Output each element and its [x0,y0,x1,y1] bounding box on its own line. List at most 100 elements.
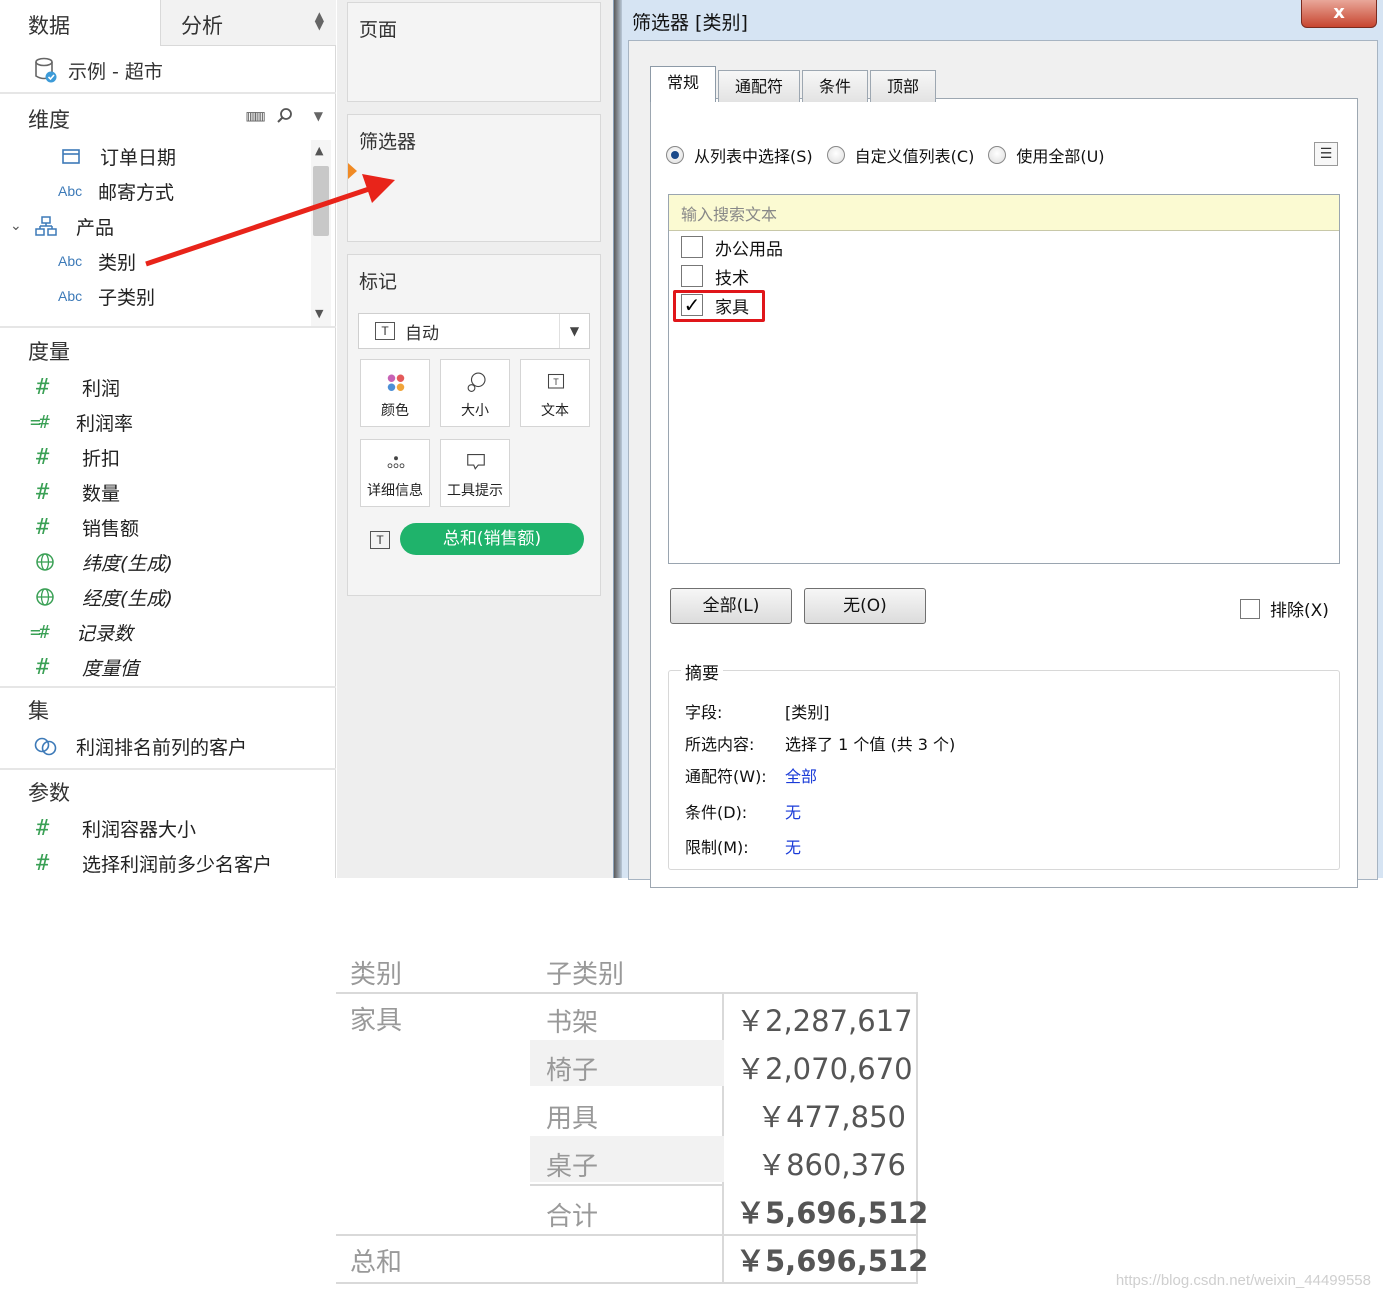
sum-sales-pill[interactable]: 总和(销售额) [400,523,584,555]
size-button[interactable]: 大小 [440,359,510,427]
divider [0,92,336,94]
marks-title: 标记 [359,271,398,293]
chevron-down-icon[interactable]: ⌄ [10,218,34,234]
measures-title: 度量 [28,340,70,364]
label-button[interactable]: T 文本 [520,359,590,427]
mark-btn-label: 工具提示 [447,483,503,499]
tab-condition[interactable]: 条件 [802,70,869,102]
dimension-hierarchy-product[interactable]: ⌄ 产品 [10,210,114,242]
summary-value: [类别] [785,703,830,722]
hierarchy-icon [35,216,57,236]
sets-title: 集 [28,699,49,723]
filters-title: 筛选器 [359,131,417,153]
measure-field-quantity[interactable]: # 数量 [36,476,120,508]
field-label: 利润 [82,377,121,400]
datasource[interactable]: 示例 - 超市 [34,54,163,86]
list-menu-icon[interactable]: ☰ [1314,142,1338,166]
checkbox[interactable] [681,236,703,258]
field-label: 利润率 [76,412,134,435]
parameter-profit-bin-size[interactable]: # 利润容器大小 [36,812,196,844]
exclude-label: 排除(X) [1270,601,1329,621]
dimension-field-order-date[interactable]: 订单日期 [60,140,176,172]
summary-title: 摘要 [681,659,723,684]
parameter-top-customers[interactable]: # 选择利润前多少名客户 [36,847,272,879]
detail-button[interactable]: 详细信息 [360,439,430,507]
header-subcategory: 子类别 [546,960,625,990]
field-label: 邮寄方式 [98,181,175,204]
checkbox[interactable] [681,265,703,287]
list-view-icon[interactable]: ▥▥ [247,106,265,125]
dropdown-icon[interactable]: ▼ [314,109,323,123]
measure-field-sales[interactable]: # 销售额 [36,511,139,543]
value-list: 输入搜索文本 办公用品 技术 ✓ 家具 [668,194,1340,564]
svg-text:T: T [553,377,559,387]
measure-field-measure-values[interactable]: # 度量值 [36,651,139,683]
calendar-icon [62,149,80,164]
color-button[interactable]: 颜色 [360,359,430,427]
scroll-up-icon[interactable]: ▲ [315,144,323,157]
tab-general[interactable]: 常规 [650,66,717,102]
dimension-field-ship-mode[interactable]: Abc 邮寄方式 [58,175,174,207]
subtotal-label: 合计 [546,1202,599,1232]
select-none-button[interactable]: 无(O) [804,588,926,624]
search-input[interactable]: 输入搜索文本 [669,195,1339,231]
field-label: 记录数 [76,622,134,645]
dimension-field-subcategory[interactable]: Abc 子类别 [58,280,155,312]
mark-type-select[interactable]: T 自动 ▼ [358,313,590,349]
shelves-pane: 页面 筛选器 标记 T 自动 ▼ 颜色 大小 T 文本 详细信息 工具提示 T … [337,0,613,878]
scroll-down-icon[interactable]: ▼ [315,307,323,320]
measure-field-profit-ratio[interactable]: =# 利润率 [30,406,133,438]
radio-label: 从列表中选择(S) [694,147,813,166]
measure-field-latitude[interactable]: 纬度(生成) [36,546,173,578]
radio-use-all[interactable] [988,146,1007,164]
sort-arrows-icon[interactable]: ▲ ▼ [315,10,324,31]
scroll-thumb[interactable] [313,166,329,236]
tab-analysis[interactable]: 分析 ▲ ▼ [160,0,336,46]
subcategory-cell: 书架 [546,1008,599,1038]
summary-link[interactable]: 无 [785,799,801,823]
checkbox[interactable] [1240,598,1260,619]
set-icon [34,737,57,756]
field-label: 销售额 [82,517,140,540]
mark-btn-label: 文本 [541,403,569,419]
close-button[interactable]: x [1301,0,1377,28]
tooltip-button[interactable]: 工具提示 [440,439,510,507]
value-cell: ￥2,287,617 [736,1004,913,1038]
summary-value: 选择了 1 个值 (共 3 个) [785,735,956,754]
list-item-office-supplies[interactable]: 办公用品 [681,233,783,261]
tab-top[interactable]: 顶部 [870,70,937,102]
summary-link[interactable]: 全部 [785,763,817,787]
measure-field-discount[interactable]: # 折扣 [36,441,120,473]
database-icon [35,57,57,83]
chevron-down-icon[interactable]: ▼ [559,314,589,348]
summary-link[interactable]: 无 [785,834,801,858]
dimension-field-category[interactable]: Abc 类别 [58,245,136,277]
tab-analysis-label: 分析 [181,14,223,38]
pages-shelf[interactable]: 页面 [347,2,601,102]
summary-key: 所选内容: [685,735,755,754]
dimensions-scrollbar[interactable]: ▲ ▼ [311,140,331,326]
field-label: 子类别 [98,286,156,309]
tab-wildcard[interactable]: 通配符 [718,70,801,102]
crosstab-view: 类别 子类别 家具 书架 ￥2,287,617 椅子 ￥2,070,670 用具… [336,940,936,1299]
tab-data[interactable]: 数据 [0,0,160,46]
list-item-technology[interactable]: 技术 [681,262,749,290]
field-label: 经度(生成) [82,587,173,610]
measure-field-longitude[interactable]: 经度(生成) [36,581,173,613]
calculated-measure-icon: =# [30,621,50,643]
calculated-measure-icon: =# [30,411,50,433]
summary-key: 限制(M): [685,838,749,857]
measure-field-record-count[interactable]: =# 记录数 [30,616,133,648]
search-icon[interactable] [276,107,294,125]
filter-dialog: 筛选器 [类别] x 常规 通配符 条件 顶部 从列表中选择(S) 自定义值列表… [613,0,1383,888]
filters-shelf[interactable]: 筛选器 [347,114,601,242]
radio-select-from-list[interactable] [666,146,684,164]
summary-key: 条件(D): [685,803,748,822]
measure-field-profit[interactable]: # 利润 [36,371,120,403]
select-all-button[interactable]: 全部(L) [670,588,792,624]
text-mark-icon: T [375,322,395,340]
dialog-title: 筛选器 [类别] [632,12,748,34]
exclude-checkbox[interactable]: 排除(X) [1240,596,1329,621]
radio-custom-list[interactable] [826,146,845,164]
set-field-top-customers[interactable]: 利润排名前列的客户 [34,730,247,762]
